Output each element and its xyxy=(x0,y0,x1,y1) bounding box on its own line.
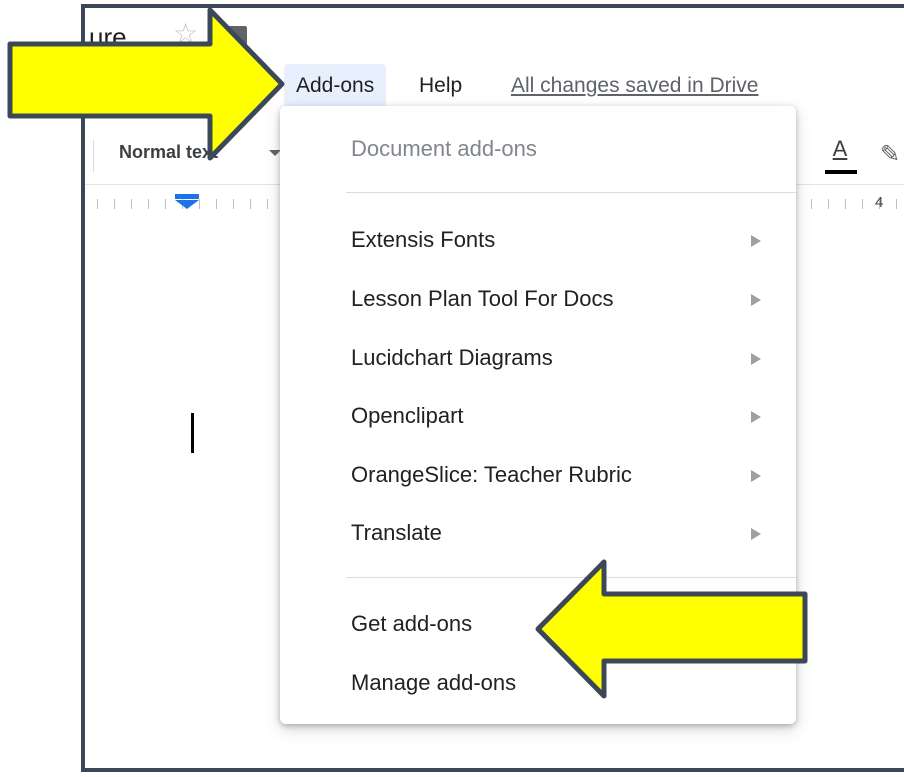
menu-item-label: OrangeSlice: Teacher Rubric xyxy=(351,462,632,487)
text-color-icon: A xyxy=(832,136,848,161)
menu-divider xyxy=(346,577,796,578)
menu-addons[interactable]: Add-ons xyxy=(284,64,387,108)
folder-icon[interactable] xyxy=(221,26,247,48)
menubar: Add-ons Help All changes saved in Drive xyxy=(85,60,904,110)
text-color-swatch xyxy=(825,170,857,174)
menu-item-openclipart[interactable]: Openclipart xyxy=(351,396,771,436)
menu-item-orangeslice-rubric[interactable]: OrangeSlice: Teacher Rubric xyxy=(351,455,771,495)
menu-item-label: Lucidchart Diagrams xyxy=(351,345,553,370)
submenu-arrow-icon xyxy=(751,294,761,306)
star-icon[interactable]: ☆ xyxy=(173,20,198,48)
menu-item-label: Extensis Fonts xyxy=(351,227,496,252)
menu-header: Document add-ons xyxy=(351,136,537,161)
toolbar-divider xyxy=(93,140,94,172)
menu-item-label: Translate xyxy=(351,520,442,545)
paragraph-style-select[interactable]: Normal text xyxy=(119,142,218,163)
menu-item-translate[interactable]: Translate xyxy=(351,513,771,553)
manage-addons-item[interactable]: Manage add-ons xyxy=(351,663,771,703)
submenu-arrow-icon xyxy=(751,411,761,423)
menu-item-label: Openclipart xyxy=(351,403,464,428)
submenu-arrow-icon xyxy=(751,470,761,482)
highlight-pen-icon[interactable]: ✎ xyxy=(880,140,900,169)
submenu-arrow-icon xyxy=(751,353,761,365)
submenu-arrow-icon xyxy=(751,235,761,247)
menu-item-lucidchart-diagrams[interactable]: Lucidchart Diagrams xyxy=(351,338,771,378)
menu-item-lesson-plan-tool[interactable]: Lesson Plan Tool For Docs xyxy=(351,279,771,319)
addons-dropdown-menu: Document add-ons Extensis Fonts Lesson P… xyxy=(280,106,796,724)
text-cursor xyxy=(191,413,194,453)
menu-item-label: Lesson Plan Tool For Docs xyxy=(351,286,614,311)
document-title[interactable]: ure xyxy=(89,22,127,53)
menu-help[interactable]: Help xyxy=(419,64,462,108)
menu-divider xyxy=(346,192,796,193)
get-addons-item[interactable]: Get add-ons xyxy=(351,604,771,644)
text-color-button[interactable]: A xyxy=(825,136,857,176)
ruler-number: 4 xyxy=(875,194,884,211)
menu-item-extensis-fonts[interactable]: Extensis Fonts xyxy=(351,220,771,260)
submenu-arrow-icon xyxy=(751,528,761,540)
saved-status-link[interactable]: All changes saved in Drive xyxy=(511,64,758,108)
indent-marker[interactable] xyxy=(175,194,199,209)
